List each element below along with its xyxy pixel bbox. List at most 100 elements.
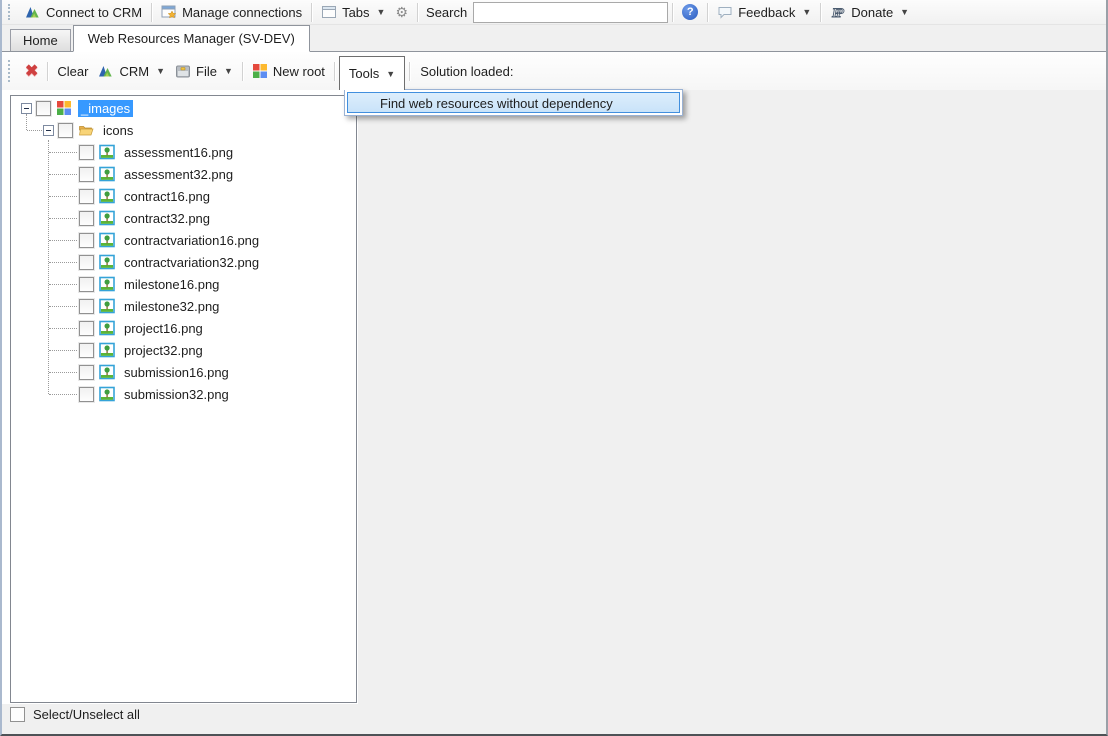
connections-window-icon <box>161 4 177 20</box>
file-box-icon <box>175 63 191 79</box>
tree-node-checkbox[interactable] <box>79 167 94 182</box>
settings-gear-button[interactable]: ⚙ <box>390 2 413 22</box>
tree-node-file[interactable]: contract16.png <box>11 185 356 207</box>
tree-node-checkbox[interactable] <box>79 255 94 270</box>
tree-node-root[interactable]: _images <box>11 97 356 119</box>
tree-node-checkbox[interactable] <box>79 189 94 204</box>
tree-node-label[interactable]: contractvariation16.png <box>121 232 262 249</box>
file-dropdown-button[interactable]: File ▼ <box>170 61 238 81</box>
image-file-icon <box>99 320 115 336</box>
root-squares-icon <box>56 100 72 116</box>
toolbar-grip[interactable] <box>8 60 14 82</box>
toolbar-separator <box>47 62 48 81</box>
tree-node-file[interactable]: project32.png <box>11 339 356 361</box>
tree-node-label[interactable]: assessment16.png <box>121 144 236 161</box>
tree-node-label[interactable]: project32.png <box>121 342 206 359</box>
close-plugin-button[interactable]: ✖ <box>20 59 43 83</box>
tree-node-file[interactable]: milestone16.png <box>11 273 356 295</box>
tree-node-file[interactable]: project16.png <box>11 317 356 339</box>
tree-node-checkbox[interactable] <box>79 321 94 336</box>
chevron-down-icon: ▼ <box>377 7 386 17</box>
crm-dropdown-button[interactable]: CRM ▼ <box>93 61 170 81</box>
web-resources-tree: _images icons <box>11 96 356 405</box>
help-button[interactable]: ? <box>677 2 703 22</box>
image-file-icon <box>99 342 115 358</box>
tree-node-checkbox[interactable] <box>79 343 94 358</box>
manage-connections-button[interactable]: Manage connections <box>156 2 307 22</box>
toolbar-separator <box>334 62 335 81</box>
toolbar-separator <box>672 3 673 22</box>
tree-node-label[interactable]: contractvariation32.png <box>121 254 262 271</box>
tree-node-label[interactable]: project16.png <box>121 320 206 337</box>
toolbar-separator <box>409 62 410 81</box>
tree-node-checkbox[interactable] <box>79 211 94 226</box>
image-file-icon <box>99 166 115 182</box>
svg-text:P: P <box>836 5 845 20</box>
connect-to-crm-button[interactable]: Connect to CRM <box>20 2 147 22</box>
plugin-toolbar: ✖ Clear CRM ▼ File ▼ <box>2 52 1106 90</box>
manage-connections-label: Manage connections <box>182 5 302 20</box>
tree-node-file[interactable]: assessment16.png <box>11 141 356 163</box>
tree-node-label[interactable]: _images <box>78 100 133 117</box>
collapse-expander-icon[interactable] <box>21 103 32 114</box>
menu-item-find-web-resources[interactable]: Find web resources without dependency <box>347 92 680 113</box>
tree-node-label[interactable]: submission16.png <box>121 364 232 381</box>
tree-node-file[interactable]: contractvariation32.png <box>11 251 356 273</box>
new-root-squares-icon <box>252 63 268 79</box>
select-unselect-all-label: Select/Unselect all <box>33 707 140 722</box>
tree-node-label[interactable]: assessment32.png <box>121 166 236 183</box>
tree-node-checkbox[interactable] <box>79 233 94 248</box>
tree-node-label[interactable]: contract16.png <box>121 188 213 205</box>
tree-node-file[interactable]: submission32.png <box>11 383 356 405</box>
search-label: Search <box>422 5 471 20</box>
new-root-label: New root <box>273 64 325 79</box>
tabs-button[interactable]: Tabs ▼ <box>316 2 390 22</box>
select-unselect-all-checkbox[interactable] <box>10 707 25 722</box>
tree-node-label[interactable]: milestone32.png <box>121 298 222 315</box>
tree-node-checkbox[interactable] <box>79 299 94 314</box>
tabs-label: Tabs <box>342 5 369 20</box>
toolbar-grip[interactable] <box>8 4 14 20</box>
tree-node-file[interactable]: submission16.png <box>11 361 356 383</box>
tree-node-file[interactable]: milestone32.png <box>11 295 356 317</box>
feedback-button[interactable]: Feedback ▼ <box>712 2 816 22</box>
tab-strip: Home Web Resources Manager (SV-DEV) <box>2 25 1106 52</box>
crm-logo-icon <box>98 63 114 79</box>
solution-status-label: Solution loaded: <box>420 64 513 79</box>
tree-node-file[interactable]: contractvariation16.png <box>11 229 356 251</box>
tree-node-label[interactable]: contract32.png <box>121 210 213 227</box>
gear-icon: ⚙ <box>395 4 408 20</box>
web-resources-tree-panel[interactable]: _images icons <box>10 95 357 703</box>
tree-node-file[interactable]: assessment32.png <box>11 163 356 185</box>
feedback-bubble-icon <box>717 4 733 20</box>
tree-node-checkbox[interactable] <box>79 145 94 160</box>
image-file-icon <box>99 364 115 380</box>
image-file-icon <box>99 298 115 314</box>
tree-file-list: assessment16.png assessment32.png <box>11 141 356 405</box>
tree-node-label[interactable]: milestone16.png <box>121 276 222 293</box>
tree-node-checkbox[interactable] <box>58 123 73 138</box>
search-input[interactable] <box>473 2 668 23</box>
close-x-icon: ✖ <box>25 61 38 81</box>
tree-node-checkbox[interactable] <box>79 365 94 380</box>
tree-node-label[interactable]: submission32.png <box>121 386 232 403</box>
tab-web-resources-manager[interactable]: Web Resources Manager (SV-DEV) <box>73 25 310 52</box>
crm-logo-icon <box>25 4 41 20</box>
crm-label: CRM <box>119 64 149 79</box>
tree-node-checkbox[interactable] <box>79 387 94 402</box>
image-file-icon <box>99 386 115 402</box>
feedback-label: Feedback <box>738 5 795 20</box>
toolbar-separator <box>151 3 152 22</box>
clear-button[interactable]: Clear <box>52 62 93 81</box>
tab-home[interactable]: Home <box>10 29 71 51</box>
tree-node-checkbox[interactable] <box>79 277 94 292</box>
donate-button[interactable]: P P Donate ▼ <box>825 2 914 22</box>
tree-node-folder[interactable]: icons <box>11 119 356 141</box>
tools-dropdown-button[interactable]: Tools ▼ <box>339 56 405 90</box>
collapse-expander-icon[interactable] <box>43 125 54 136</box>
tree-node-file[interactable]: contract32.png <box>11 207 356 229</box>
tree-node-label[interactable]: icons <box>100 122 136 139</box>
tree-node-checkbox[interactable] <box>36 101 51 116</box>
new-root-button[interactable]: New root <box>247 61 330 81</box>
plugin-content: _images icons <box>2 90 1106 734</box>
